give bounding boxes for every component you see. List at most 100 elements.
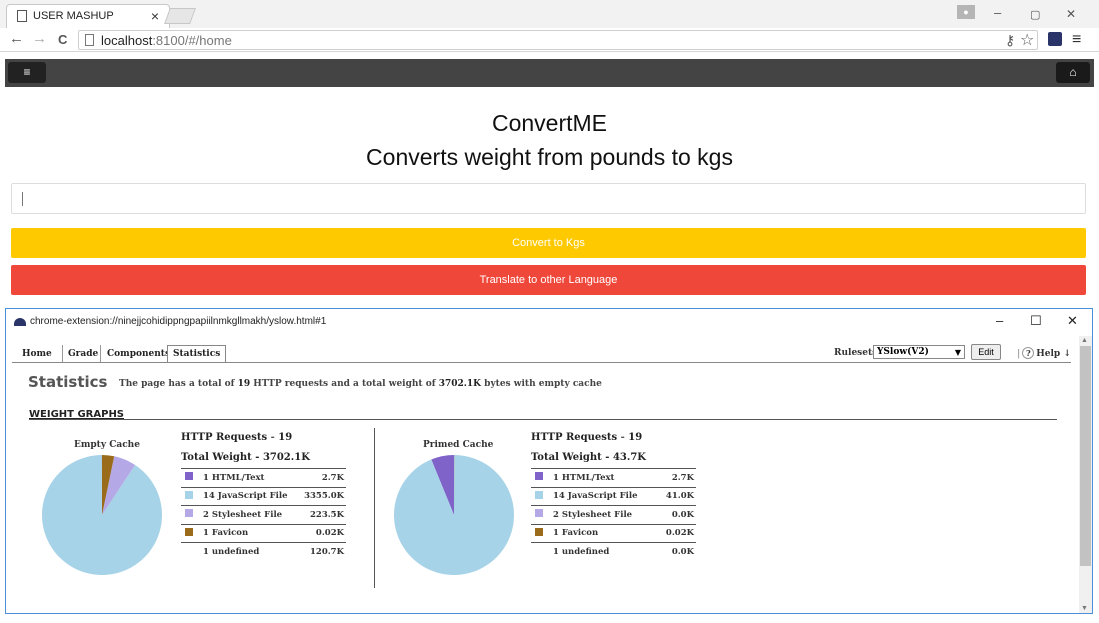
page-subtitle: Converts weight from pounds to kgs [366, 144, 733, 170]
dropdown-arrow-icon: ▼ [954, 347, 961, 357]
row-label: 1 undefined [553, 542, 659, 561]
row-value: 0.02K [298, 523, 346, 543]
yslow-maximize-icon[interactable]: ☐ [1030, 313, 1042, 329]
edit-button[interactable]: Edit [971, 344, 1001, 360]
new-tab-button[interactable] [164, 8, 196, 24]
table-row: 2 Stylesheet File 0.0K [531, 505, 696, 524]
table-row: 14 JavaScript File 41.0K [531, 486, 696, 506]
legend-swatch [181, 505, 203, 524]
table-row: 1 Favicon 0.02K [531, 523, 696, 543]
tab-home[interactable]: Home [22, 345, 63, 363]
legend-swatch [531, 505, 553, 524]
table-row: 2 Stylesheet File 223.5K [181, 505, 346, 524]
convert-button[interactable]: Convert to Kgs [11, 228, 1086, 258]
empty-http-requests: HTTP Requests - 19 [181, 432, 293, 443]
help-icon: ? [1022, 347, 1035, 359]
back-icon[interactable]: ← [9, 30, 24, 47]
statistics-summary: The page has a total of 19 HTTP requests… [119, 379, 602, 389]
statistics-heading: Statistics [28, 373, 108, 391]
yslow-logo-icon [14, 318, 26, 326]
row-label: 1 undefined [203, 542, 299, 561]
yslow-close-icon[interactable]: ✕ [1067, 313, 1078, 329]
row-value: 120.7K [298, 542, 346, 561]
tab-title: USER MASHUP [33, 10, 114, 22]
browser-tabstrip: USER MASHUP × ● – ▢ ✕ [0, 0, 1099, 28]
row-value: 41.0K [658, 486, 696, 506]
row-value: 2.7K [298, 468, 346, 487]
legend-swatch [181, 468, 203, 487]
rulesets-select[interactable]: YSlow(V2) ▼ [873, 345, 965, 359]
tabs-divider [12, 362, 1071, 363]
profile-icon[interactable]: ● [957, 5, 975, 19]
minimize-icon[interactable]: – [994, 5, 1001, 20]
scroll-up-icon[interactable]: ▲ [1081, 337, 1088, 344]
legend-swatch [531, 523, 553, 543]
page-icon [85, 34, 94, 46]
yslow-window-url: chrome-extension://ninejjcohidippngpapii… [30, 316, 327, 327]
row-label: 1 Favicon [203, 523, 299, 543]
cache-divider [374, 428, 375, 588]
legend-swatch [181, 542, 203, 561]
scrollbar-thumb[interactable] [1080, 346, 1091, 566]
row-label: 1 HTML/Text [553, 468, 659, 487]
yslow-minimize-icon[interactable]: – [996, 313, 1003, 328]
legend-swatch [531, 542, 553, 561]
star-icon[interactable]: ☆ [1020, 30, 1034, 50]
page-title: ConvertME [491, 110, 608, 136]
address-bar[interactable]: localhost:8100/#/home [78, 30, 1038, 50]
forward-icon[interactable]: → [32, 30, 47, 47]
page-icon [17, 10, 27, 22]
tab-components[interactable]: Components [107, 345, 170, 363]
scroll-down-icon[interactable]: ▼ [1081, 605, 1088, 612]
primed-http-requests: HTTP Requests - 19 [531, 432, 643, 443]
yslow-scrollbar[interactable]: ▲ ▼ [1079, 336, 1092, 613]
row-label: 2 Stylesheet File [203, 505, 299, 524]
browser-toolbar: ← → C localhost:8100/#/home ⚷ ☆ [0, 28, 1099, 52]
table-row: 1 undefined 0.0K [531, 542, 696, 561]
menu-button[interactable]: ≡ [8, 62, 46, 83]
rulesets-value: YSlow(V2) [877, 347, 929, 357]
empty-cache-pie-chart [42, 455, 163, 575]
key-icon[interactable]: ⚷ [1005, 32, 1015, 49]
browser-menu-icon[interactable]: ≡ [1072, 31, 1081, 49]
legend-swatch [531, 468, 553, 487]
table-row: 1 Favicon 0.02K [181, 523, 346, 543]
maximize-icon[interactable]: ▢ [1030, 8, 1040, 21]
rulesets-label: Rulesets [834, 348, 878, 358]
row-label: 2 Stylesheet File [553, 505, 659, 524]
weight-graphs-divider [29, 419, 1057, 420]
window-close-icon[interactable]: ✕ [1066, 7, 1076, 21]
help-button[interactable]: |? Help ↓ [1017, 347, 1071, 359]
app-navbar: ≡ ⌂ [5, 59, 1094, 87]
tab-statistics[interactable]: Statistics [167, 345, 227, 363]
hamburger-icon: ≡ [23, 65, 31, 79]
row-value: 0.0K [658, 505, 696, 524]
url-text[interactable]: localhost:8100/#/home [101, 33, 232, 48]
yslow-extension-icon[interactable] [1048, 32, 1062, 46]
weight-input[interactable] [11, 183, 1086, 214]
row-label: 14 JavaScript File [553, 486, 659, 506]
empty-total-weight: Total Weight - 3702.1K [181, 452, 310, 463]
primed-cache-table: 1 HTML/Text 2.7K 14 JavaScript File 41.0K 2 … [531, 468, 696, 561]
primed-cache-pie-chart [394, 455, 514, 575]
row-value: 223.5K [298, 505, 346, 524]
empty-cache-table: 1 HTML/Text 2.7K 14 JavaScript File 3355.0K… [181, 468, 346, 561]
legend-swatch [531, 486, 553, 506]
empty-cache-title: Empty Cache [74, 440, 140, 450]
reload-icon[interactable]: C [58, 32, 67, 47]
primed-cache-panel: HTTP Requests - 19 Total Weight - 43.7K … [531, 432, 696, 561]
tab-close-icon[interactable]: × [151, 8, 159, 24]
legend-swatch [181, 486, 203, 506]
primed-total-weight: Total Weight - 43.7K [531, 452, 646, 463]
row-value: 0.02K [658, 523, 696, 543]
table-row: 1 HTML/Text 2.7K [531, 468, 696, 487]
row-label: 14 JavaScript File [203, 486, 299, 506]
browser-tab[interactable]: USER MASHUP × [6, 4, 170, 28]
help-label: Help ↓ [1036, 349, 1071, 359]
home-button[interactable]: ⌂ [1056, 62, 1090, 83]
table-row: 1 HTML/Text 2.7K [181, 468, 346, 487]
home-icon: ⌂ [1069, 65, 1077, 79]
translate-button[interactable]: Translate to other Language [11, 265, 1086, 295]
table-row: 1 undefined 120.7K [181, 542, 346, 561]
tab-grade[interactable]: Grade [68, 345, 101, 363]
